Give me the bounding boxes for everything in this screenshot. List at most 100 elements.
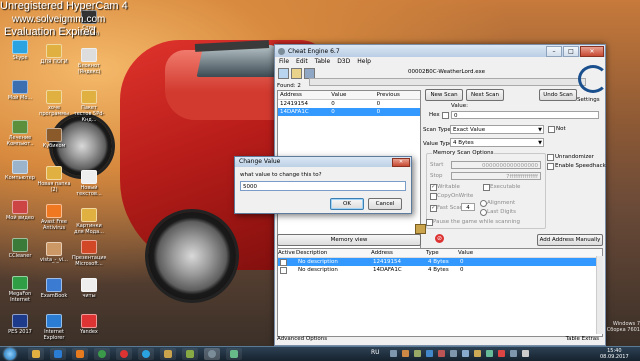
taskbar-media[interactable] [72, 348, 88, 360]
col-type[interactable]: Type [426, 249, 458, 257]
fast-scan-checkbox[interactable] [430, 204, 437, 212]
desktop-icon-presentation[interactable]: Презентация Microsoft... [72, 240, 106, 267]
desktop-icon-new-folder[interactable]: Новая папка (2) [37, 166, 71, 193]
desktop-icon-new-text[interactable]: Новый текстов... [72, 170, 106, 197]
desktop-icon-vista[interactable]: vista_-_vi... [37, 242, 71, 263]
col-active[interactable]: Active [278, 249, 296, 257]
tray-icon[interactable] [402, 350, 409, 357]
address-row[interactable]: No description 12419154 4 Bytes 0 [278, 258, 602, 266]
close-button[interactable]: ✕ [580, 45, 604, 57]
taskbar-yandex[interactable] [116, 348, 132, 360]
tray-icon[interactable] [426, 350, 433, 357]
active-checkbox[interactable] [280, 266, 287, 274]
col-previous[interactable]: Previous [375, 91, 420, 99]
new-value-input[interactable]: 5000 [240, 181, 406, 191]
taskbar-ie[interactable] [50, 348, 66, 360]
cheat-engine-logo-icon[interactable] [578, 65, 608, 93]
desktop-icon-videos[interactable]: Мой видео [3, 200, 37, 221]
taskbar-cheat-engine[interactable] [204, 348, 220, 360]
close-icon[interactable]: ✕ [392, 158, 410, 167]
desktop-icon-megafon[interactable]: MegaFon Internet [3, 276, 37, 303]
menu-file[interactable]: File [279, 57, 289, 66]
start-address-input[interactable]: 0000000000000000 [451, 161, 541, 169]
value-type-select[interactable]: 4 Bytes ▼ [450, 138, 544, 147]
maximize-button[interactable]: □ [563, 45, 579, 57]
not-checkbox[interactable] [548, 126, 555, 133]
copyonwrite-checkbox[interactable] [430, 193, 437, 200]
menu-edit[interactable]: Edit [296, 57, 308, 66]
fast-scan-input[interactable]: 4 [461, 203, 475, 211]
menu-d3d[interactable]: D3D [337, 57, 350, 66]
tray-icon[interactable] [462, 350, 469, 357]
last-digits-radio[interactable] [480, 209, 487, 216]
desktop-icon-cheats[interactable]: читы [72, 278, 106, 299]
taskbar-skype[interactable] [138, 348, 154, 360]
table-extras-link[interactable]: Table Extras [566, 335, 599, 343]
alignment-radio[interactable] [480, 200, 487, 207]
tray-icon[interactable] [498, 350, 505, 357]
open-process-icon[interactable] [278, 68, 289, 79]
desktop-icon-repair[interactable]: Лечение Компьют.. [3, 120, 37, 147]
desktop-icon-programs[interactable]: хоче программы [37, 90, 71, 117]
undo-scan-button[interactable]: Undo Scan [539, 89, 577, 101]
tray-icon[interactable] [486, 350, 493, 357]
speedhack-checkbox[interactable] [547, 163, 554, 170]
desktop-icon-my[interactable]: Мой Мо... [3, 80, 37, 101]
advanced-options-link[interactable]: Advanced Options [277, 336, 327, 342]
desktop-icon-pes[interactable]: PES 2017 [3, 314, 37, 335]
taskbar-hypercam[interactable] [182, 348, 198, 360]
col-value[interactable]: Value [458, 249, 498, 257]
taskbar-explorer[interactable] [28, 348, 44, 360]
network-icon[interactable] [510, 350, 517, 357]
col-description[interactable]: Description [296, 249, 371, 257]
settings-link[interactable]: Settings [577, 97, 600, 103]
add-address-manually-button[interactable]: Add Address Manually [537, 234, 603, 246]
desktop-icon-folder-pogi[interactable]: ДЛЯ ПОГИ [37, 44, 71, 65]
hex-checkbox[interactable] [442, 112, 449, 119]
desktop-icon-exambook[interactable]: ExamBook [37, 278, 71, 299]
desktop-icon-pictures[interactable]: Картинки для Мода... [72, 208, 106, 235]
unrandomizer-checkbox[interactable] [547, 154, 554, 161]
desktop-icon-avast[interactable]: Avast Free Antivirus [37, 204, 71, 231]
taskbar-clock[interactable]: 15:40 08.09.2017 [600, 348, 629, 360]
volume-icon[interactable] [522, 350, 529, 357]
ce-titlebar[interactable]: Cheat Engine 6.7 – □ ✕ [275, 45, 605, 57]
tray-icon[interactable] [438, 350, 445, 357]
minimize-button[interactable]: – [546, 45, 562, 57]
active-checkbox[interactable] [280, 258, 287, 266]
scan-type-select[interactable]: Exact Value ▼ [450, 125, 544, 134]
address-table-scrollbar[interactable] [596, 256, 603, 334]
col-address[interactable]: Address [278, 91, 329, 99]
tray-icon[interactable] [450, 350, 457, 357]
desktop-icon-yandex[interactable]: Yandex [72, 314, 106, 335]
desktop-icon-ccleaner[interactable]: CCleaner [3, 238, 37, 259]
tray-icon[interactable] [390, 350, 397, 357]
desktop-icon-computer[interactable]: Компьютер [3, 160, 37, 181]
memory-view-button[interactable]: Memory view [277, 234, 421, 246]
tray-icon[interactable] [414, 350, 421, 357]
menu-help[interactable]: Help [357, 57, 371, 66]
menu-table[interactable]: Table [315, 57, 331, 66]
stop-icon[interactable]: ⊘ [435, 234, 444, 243]
address-row[interactable]: No description 14DAFA1C 4 Bytes 0 [278, 266, 602, 274]
tray-icon[interactable] [474, 350, 481, 357]
stop-address-input[interactable]: 7fffffffffffffff [451, 172, 541, 180]
cancel-button[interactable]: Cancel [368, 198, 402, 210]
result-row[interactable]: 12419154 0 0 [278, 100, 420, 108]
desktop-icon-cube[interactable]: Кубиком [37, 128, 71, 149]
desktop-icon-tests[interactable]: Пакет тестов 5Pd-Кнд... [72, 90, 106, 123]
desktop-icon-ie[interactable]: Internet Explorer [37, 314, 71, 341]
executable-checkbox[interactable] [483, 184, 490, 191]
open-file-icon[interactable] [291, 68, 302, 79]
taskbar-chrome[interactable] [94, 348, 110, 360]
desktop-icon-skype[interactable]: Skype [3, 40, 37, 61]
col-address[interactable]: Address [371, 249, 426, 257]
language-indicator[interactable]: RU [371, 349, 380, 356]
desktop-icon-notepad[interactable]: Блокнот (Яндекс) [72, 48, 106, 75]
result-row[interactable]: 14DAFA1C 0 0 [278, 108, 420, 116]
pause-game-checkbox[interactable] [426, 219, 433, 226]
pointer-arrow-icon[interactable] [415, 224, 426, 234]
value-input[interactable]: 0 [451, 111, 599, 119]
col-value[interactable]: Value [329, 91, 374, 99]
address-table[interactable]: Active Description Address Type Value No… [277, 248, 603, 337]
